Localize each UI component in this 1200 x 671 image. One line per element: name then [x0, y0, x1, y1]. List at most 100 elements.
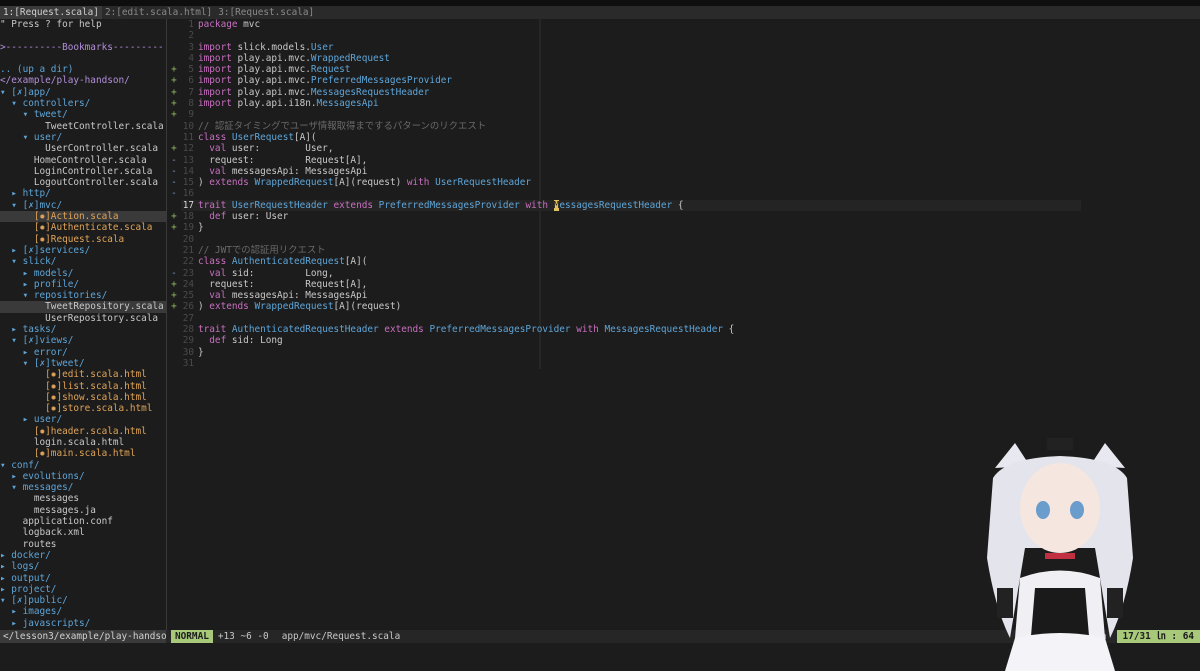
- tree-file[interactable]: application.conf: [0, 516, 166, 527]
- code-line[interactable]: 26) extends WrappedRequest [A](request): [181, 301, 1081, 312]
- code-line[interactable]: 3 import slick.models. User: [181, 42, 1081, 53]
- line-number: 16: [182, 188, 194, 200]
- gutter-sign: +: [171, 86, 177, 98]
- code-line[interactable]: 7 import play.api.mvc. MessagesRequestHead…: [181, 87, 1081, 98]
- tab-3[interactable]: 3:[Request.scala]: [215, 6, 317, 19]
- tree-directory[interactable]: ▾ repositories/: [0, 290, 166, 301]
- tree-file[interactable]: [✹]main.scala.html: [0, 448, 166, 459]
- tree-file[interactable]: [✹]header.scala.html: [0, 426, 166, 437]
- tree-directory[interactable]: ▾ messages/: [0, 482, 166, 493]
- code-line[interactable]: 10 // 認証タイミングでユーザ情報取得までするパターンのリクエスト: [181, 121, 1081, 132]
- tree-directory[interactable]: ▸ models/: [0, 268, 166, 279]
- code-line[interactable]: 4 import play.api.mvc. WrappedRequest: [181, 53, 1081, 64]
- code-line[interactable]: 1 package mvc: [181, 19, 1081, 30]
- tree-file[interactable]: TweetController.scala: [0, 121, 166, 132]
- code-line[interactable]: 28 trait AuthenticatedRequestHeader exten…: [181, 324, 1081, 335]
- avatar-character-icon: [987, 438, 1133, 671]
- tree-directory[interactable]: ▸ error/: [0, 347, 166, 358]
- tree-directory[interactable]: ▾ [✗]public/: [0, 595, 166, 606]
- tree-header: [0, 53, 166, 64]
- code-line[interactable]: 19}: [181, 222, 1081, 233]
- tree-file[interactable]: UserRepository.scala: [0, 313, 166, 324]
- code-line[interactable]: 16: [181, 188, 1081, 199]
- tree-file[interactable]: LogoutController.scala: [0, 177, 166, 188]
- tree-directory[interactable]: ▸ tasks/: [0, 324, 166, 335]
- tree-directory[interactable]: ▸ user/: [0, 414, 166, 425]
- code-line[interactable]: 25 val messagesApi: MessagesApi: [181, 290, 1081, 301]
- tree-directory[interactable]: ▸ [✗]services/: [0, 245, 166, 256]
- tree-file[interactable]: login.scala.html: [0, 437, 166, 448]
- tree-file[interactable]: messages.ja: [0, 505, 166, 516]
- tree-file[interactable]: [✹]Action.scala: [0, 211, 166, 223]
- code-line[interactable]: 24 request: Request[A],: [181, 279, 1081, 290]
- tree-file[interactable]: UserController.scala: [0, 143, 166, 154]
- code-token: sid: Long: [226, 335, 283, 347]
- tree-directory[interactable]: ▸ project/: [0, 584, 166, 595]
- tree-file[interactable]: logback.xml: [0, 527, 166, 538]
- tree-file[interactable]: HomeController.scala: [0, 155, 166, 166]
- tree-file[interactable]: [✹]show.scala.html: [0, 392, 166, 403]
- tree-directory[interactable]: ▸ output/: [0, 573, 166, 584]
- tree-header[interactable]: </example/play-handson/: [0, 75, 166, 86]
- gutter-sign: [167, 132, 181, 143]
- code-line[interactable]: 8 import play.api.i18n. MessagesApi: [181, 98, 1081, 109]
- tab-2[interactable]: 2:[edit.scala.html]: [102, 6, 215, 19]
- code-editor[interactable]: 1 package mvc 2 3 import slick.models. User 4 i…: [181, 19, 1081, 630]
- code-line[interactable]: 21 // JWTでの認証用リクエスト: [181, 245, 1081, 256]
- tree-file[interactable]: TweetRepository.scala: [0, 301, 166, 313]
- line-number: 6: [188, 75, 194, 87]
- code-line[interactable]: 11 class UserRequest [A](: [181, 132, 1081, 143]
- code-line[interactable]: 29 def sid: Long: [181, 335, 1081, 346]
- code-line[interactable]: 23 val sid: Long,: [181, 268, 1081, 279]
- code-token: {: [723, 324, 735, 336]
- tree-directory[interactable]: ▸ javascripts/: [0, 618, 166, 629]
- tree-directory[interactable]: ▾ [✗]mvc/: [0, 200, 166, 211]
- tab-1[interactable]: 1:[Request.scala]: [0, 6, 102, 19]
- tree-directory[interactable]: ▾ [✗]app/: [0, 87, 166, 98]
- code-line[interactable]: 14 val messagesApi: MessagesApi: [181, 166, 1081, 177]
- tree-directory[interactable]: ▾ tweet/: [0, 109, 166, 120]
- code-line[interactable]: 31: [181, 358, 1081, 369]
- tree-file[interactable]: [✹]Authenticate.scala: [0, 222, 166, 233]
- code-line[interactable]: 20: [181, 234, 1081, 245]
- line-number: 28: [182, 324, 194, 336]
- tree-file[interactable]: [✹]Request.scala: [0, 234, 166, 245]
- tree-directory[interactable]: ▸ logs/: [0, 561, 166, 572]
- code-line[interactable]: 2: [181, 30, 1081, 41]
- tree-file[interactable]: [✹]store.scala.html: [0, 403, 166, 414]
- code-line[interactable]: 15) extends WrappedRequest [A](request) w…: [181, 177, 1081, 188]
- tree-directory[interactable]: ▾ [✗]tweet/: [0, 358, 166, 369]
- tree-directory[interactable]: ▸ images/: [0, 606, 166, 617]
- code-token: PreferredMessagesProvider: [378, 199, 520, 211]
- tree-directory[interactable]: ▾ user/: [0, 132, 166, 143]
- tree-directory[interactable]: ▸ profile/: [0, 279, 166, 290]
- tree-file[interactable]: [✹]edit.scala.html: [0, 369, 166, 380]
- code-line[interactable]: 22 class AuthenticatedRequest [A](: [181, 256, 1081, 267]
- tree-file[interactable]: routes: [0, 539, 166, 550]
- code-line[interactable]: 13 request: Request[A],: [181, 155, 1081, 166]
- tree-file[interactable]: LoginController.scala: [0, 166, 166, 177]
- code-line[interactable]: 27: [181, 313, 1081, 324]
- code-line[interactable]: 12 val user: User,: [181, 143, 1081, 154]
- tree-file[interactable]: [✹]list.scala.html: [0, 381, 166, 392]
- tree-directory[interactable]: ▸ http/: [0, 188, 166, 199]
- tree-directory[interactable]: .. (up a dir): [0, 64, 166, 75]
- code-token: AuthenticatedRequestHeader: [231, 324, 379, 336]
- tree-directory[interactable]: ▸ evolutions/: [0, 471, 166, 482]
- code-line[interactable]: 9: [181, 109, 1081, 120]
- line-number: 14: [182, 165, 194, 177]
- tree-directory[interactable]: ▾ controllers/: [0, 98, 166, 109]
- tree-directory[interactable]: ▾ slick/: [0, 256, 166, 267]
- code-line[interactable]: 17 trait UserRequestHeader extends Prefer…: [181, 199, 1081, 212]
- nerdtree-panel[interactable]: " Press ? for help >----------Bookmarks--…: [0, 19, 166, 630]
- code-line[interactable]: 6 import play.api.mvc. PreferredMessagesPr…: [181, 75, 1081, 86]
- tree-directory[interactable]: ▾ conf/: [0, 460, 166, 471]
- tree-file[interactable]: messages: [0, 493, 166, 504]
- code-line[interactable]: 30}: [181, 347, 1081, 358]
- code-line[interactable]: 18 def user: User: [181, 211, 1081, 222]
- tree-directory[interactable]: ▾ [✗]views/: [0, 335, 166, 346]
- code-token: ): [198, 301, 210, 313]
- code-token: trait: [198, 324, 227, 336]
- tree-directory[interactable]: ▸ docker/: [0, 550, 166, 561]
- code-line[interactable]: 5 import play.api.mvc. Request: [181, 64, 1081, 75]
